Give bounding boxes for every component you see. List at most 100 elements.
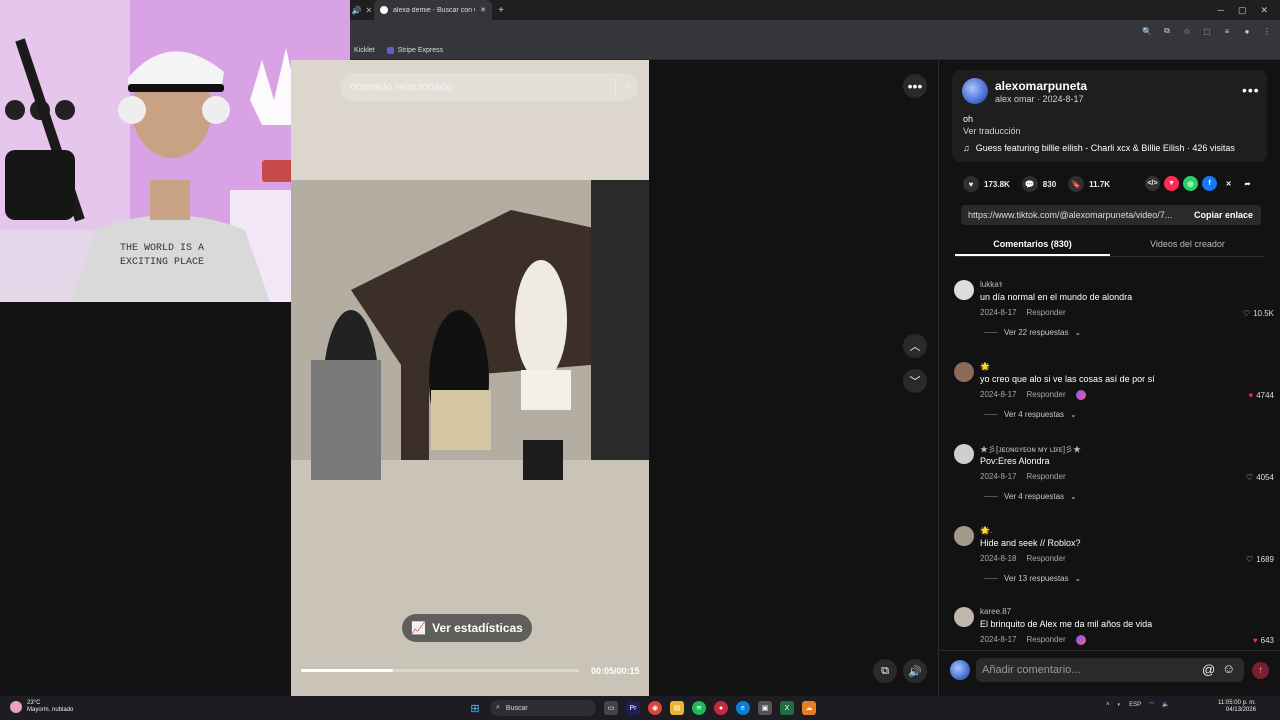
weather-icon: [10, 701, 22, 713]
facebook-icon[interactable]: f: [1202, 176, 1217, 191]
music-link[interactable]: ♫ Guess featuring billie eilish - Charli…: [963, 143, 1235, 153]
chart-icon: 📈: [411, 621, 427, 635]
cast-icon[interactable]: ⧉: [1162, 26, 1172, 36]
taskbar-clock[interactable]: 11:05:00 p. m. 04/13/2026: [1218, 700, 1256, 714]
volume-icon[interactable]: 🔈: [1162, 701, 1169, 708]
whatsapp-icon[interactable]: ◎: [1183, 176, 1198, 191]
menu-icon[interactable]: ≡: [1222, 26, 1232, 36]
send-to-friends-icon[interactable]: ▼: [1164, 176, 1179, 191]
creator-avatar[interactable]: [962, 78, 988, 104]
view-replies-button[interactable]: Ver 4 respuestas ⌄: [984, 410, 1077, 419]
view-replies-button[interactable]: Ver 13 respuestas ⌄: [984, 574, 1081, 583]
reply-button[interactable]: Responder: [1026, 472, 1065, 481]
volume-button[interactable]: 🔊: [903, 659, 927, 683]
taskbar-search-label: Buscar: [505, 704, 528, 712]
commenter-name[interactable]: 🌟: [980, 362, 990, 371]
chrome-icon[interactable]: ◉: [648, 701, 662, 715]
commenter-avatar[interactable]: [954, 444, 974, 464]
new-tab-button[interactable]: +: [492, 5, 510, 16]
embed-icon[interactable]: </>: [1145, 176, 1160, 191]
commenter-name[interactable]: lukka⚕: [980, 280, 1003, 289]
browser-tab-active[interactable]: alexa demie - Buscar con Google ✕: [374, 0, 492, 20]
commenter-avatar[interactable]: [954, 526, 974, 546]
emoji-icon[interactable]: ☺: [1222, 661, 1235, 676]
share-arrow-icon[interactable]: ➦: [1240, 176, 1255, 191]
tray-app-icon[interactable]: ◐: [1118, 702, 1122, 708]
commenter-avatar[interactable]: [954, 607, 974, 627]
maximize-icon[interactable]: ▢: [1238, 5, 1247, 16]
post-more-icon[interactable]: •••: [1242, 82, 1260, 98]
close-window-icon[interactable]: ✕: [1260, 5, 1268, 16]
x-icon[interactable]: ✕: [1221, 176, 1236, 191]
comment-count: 830: [1042, 179, 1057, 189]
view-stats-button[interactable]: 📈 Ver estadísticas: [402, 614, 532, 642]
task-view-icon[interactable]: ▭: [604, 701, 618, 715]
weather-widget[interactable]: 23°C Mayorm. nublado: [10, 700, 73, 714]
premiere-icon[interactable]: Pr: [626, 701, 640, 715]
close-icon[interactable]: ✕: [480, 6, 486, 14]
reply-button[interactable]: Responder: [1026, 390, 1065, 400]
keyboard-language[interactable]: ESP: [1129, 702, 1141, 708]
edge-icon[interactable]: e: [736, 701, 750, 715]
creator-liked-badge: [1075, 635, 1086, 645]
kebab-menu-icon[interactable]: ⋮: [1262, 26, 1272, 36]
extensions-icon[interactable]: ⬚: [1202, 26, 1212, 36]
comment-like-button[interactable]: ♡ 4054: [1246, 473, 1274, 482]
next-video-button[interactable]: ﹀: [903, 369, 927, 393]
tab-creator-videos[interactable]: Videos del creador: [1110, 235, 1265, 256]
store-icon[interactable]: ▣: [758, 701, 772, 715]
spotify-icon[interactable]: ≋: [692, 701, 706, 715]
like-button[interactable]: ♥ 173.8K: [963, 176, 1010, 192]
obs-icon[interactable]: ●: [714, 701, 728, 715]
see-translation-link[interactable]: Ver traducción: [963, 126, 1021, 136]
comment-like-button[interactable]: ♥ 643: [1253, 636, 1274, 645]
video-progress-bar[interactable]: [301, 669, 579, 672]
view-replies-button[interactable]: Ver 4 respuestas ⌄: [984, 492, 1077, 501]
browser-tabbar: 🔊✕ alexa demie - Buscar con Google ✕ + ─…: [350, 0, 1280, 20]
zoom-icon[interactable]: 🔍: [1142, 26, 1152, 36]
related-search-input[interactable]: ontenido relacionado ⌕: [340, 73, 638, 101]
bookmark-kicklet[interactable]: Kicklet: [354, 47, 375, 54]
windows-start-icon[interactable]: ⊞: [468, 701, 482, 715]
commenter-name[interactable]: ★彡[ᴊᴇᴏɴɢʏᴇᴏɴ ᴍʏ ʟɪғᴇ]彡★: [980, 444, 1081, 455]
comment-like-button[interactable]: ♡ 1689: [1246, 555, 1274, 564]
excel-icon[interactable]: X: [780, 701, 794, 715]
commenter-avatar[interactable]: [954, 280, 974, 300]
cloud-app-icon[interactable]: ☁: [802, 701, 816, 715]
audio-icon: 🔊: [351, 5, 362, 15]
save-button[interactable]: 🔖 11.7K: [1068, 176, 1110, 192]
comment-button[interactable]: 💬 830: [1021, 176, 1057, 192]
bookmark-stripe-express[interactable]: Stripe Express: [386, 47, 443, 54]
taskbar-search[interactable]: ⌕ Buscar: [490, 700, 596, 716]
video-player[interactable]: [291, 60, 649, 696]
commenter-name[interactable]: 🌟.: [980, 526, 992, 535]
previous-video-button[interactable]: ︿: [903, 334, 927, 358]
mention-icon[interactable]: @: [1202, 662, 1215, 677]
close-icon[interactable]: ✕: [365, 6, 372, 15]
commenter-avatar[interactable]: [954, 362, 974, 382]
profile-icon[interactable]: ●: [1242, 26, 1252, 36]
minimize-icon[interactable]: ─: [1218, 5, 1224, 16]
copy-link-button[interactable]: Copiar enlace: [1186, 210, 1261, 220]
reply-button[interactable]: Responder: [1026, 635, 1065, 645]
tray-expand-icon[interactable]: ˄: [1106, 702, 1110, 708]
reply-button[interactable]: Responder: [1026, 308, 1065, 317]
file-explorer-icon[interactable]: ▤: [670, 701, 684, 715]
heart-filled-icon: ♥: [1248, 391, 1254, 400]
more-options-button[interactable]: •••: [903, 74, 927, 98]
previous-tab[interactable]: 🔊 ✕: [350, 0, 374, 20]
reply-button[interactable]: Responder: [1026, 554, 1065, 563]
view-replies-button[interactable]: Ver 22 respuestas ⌄: [984, 328, 1081, 337]
comment-like-button[interactable]: ♡ 10.5K: [1243, 309, 1274, 318]
commenter-name[interactable]: karee.87: [980, 607, 1011, 616]
tab-comments[interactable]: Comentarios (830): [955, 235, 1110, 256]
wifi-icon[interactable]: ◠: [1149, 701, 1154, 708]
post-comment-button[interactable]: ↑: [1252, 662, 1269, 679]
search-icon[interactable]: ⌕: [624, 81, 630, 94]
creator-name-date: alex omar · 2024-8-17: [995, 94, 1084, 104]
heart-outline-icon: ♡: [1242, 309, 1251, 318]
star-icon[interactable]: ☆: [1182, 26, 1192, 36]
creator-username[interactable]: alexomarpuneta: [995, 79, 1087, 93]
comment-like-button[interactable]: ♥ 4744: [1248, 391, 1274, 400]
floating-player-button[interactable]: ⧉: [873, 659, 897, 683]
